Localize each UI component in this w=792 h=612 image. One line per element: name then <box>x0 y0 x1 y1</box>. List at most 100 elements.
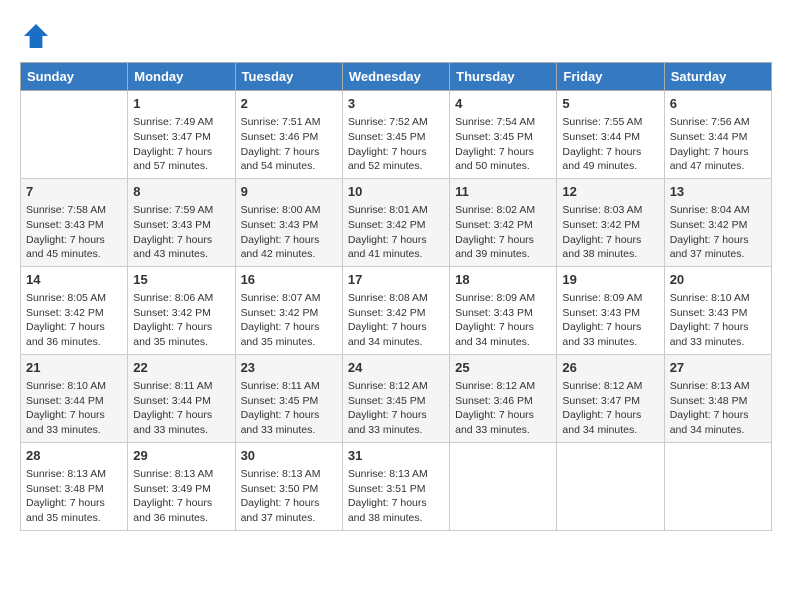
day-info: Sunrise: 8:13 AM Sunset: 3:49 PM Dayligh… <box>133 467 229 526</box>
day-number: 5 <box>562 95 658 113</box>
day-number: 25 <box>455 359 551 377</box>
day-number: 18 <box>455 271 551 289</box>
day-info: Sunrise: 7:49 AM Sunset: 3:47 PM Dayligh… <box>133 115 229 174</box>
week-row-2: 7 Sunrise: 7:58 AM Sunset: 3:43 PM Daylig… <box>21 178 772 266</box>
calendar-cell: 28 Sunrise: 8:13 AM Sunset: 3:48 PM Dayli… <box>21 442 128 530</box>
week-row-3: 14 Sunrise: 8:05 AM Sunset: 3:42 PM Dayli… <box>21 266 772 354</box>
day-info: Sunrise: 8:02 AM Sunset: 3:42 PM Dayligh… <box>455 203 551 262</box>
col-sunday: Sunday <box>21 63 128 91</box>
col-wednesday: Wednesday <box>342 63 449 91</box>
day-number: 17 <box>348 271 444 289</box>
day-info: Sunrise: 7:58 AM Sunset: 3:43 PM Dayligh… <box>26 203 122 262</box>
day-info: Sunrise: 8:13 AM Sunset: 3:48 PM Dayligh… <box>670 379 766 438</box>
day-number: 6 <box>670 95 766 113</box>
week-row-1: 1 Sunrise: 7:49 AM Sunset: 3:47 PM Daylig… <box>21 91 772 179</box>
col-monday: Monday <box>128 63 235 91</box>
day-number: 29 <box>133 447 229 465</box>
calendar-cell: 16 Sunrise: 8:07 AM Sunset: 3:42 PM Dayli… <box>235 266 342 354</box>
week-row-4: 21Sunrise: 8:10 AM Sunset: 3:44 PM Dayli… <box>21 354 772 442</box>
day-info: Sunrise: 8:05 AM Sunset: 3:42 PM Dayligh… <box>26 291 122 350</box>
calendar-cell: 10 Sunrise: 8:01 AM Sunset: 3:42 PM Dayli… <box>342 178 449 266</box>
calendar-cell <box>450 442 557 530</box>
day-info: Sunrise: 8:09 AM Sunset: 3:43 PM Dayligh… <box>562 291 658 350</box>
day-info: Sunrise: 8:01 AM Sunset: 3:42 PM Dayligh… <box>348 203 444 262</box>
day-number: 27 <box>670 359 766 377</box>
day-number: 30 <box>241 447 337 465</box>
day-info: Sunrise: 8:03 AM Sunset: 3:42 PM Dayligh… <box>562 203 658 262</box>
day-number: 24 <box>348 359 444 377</box>
day-number: 16 <box>241 271 337 289</box>
calendar-cell: 19 Sunrise: 8:09 AM Sunset: 3:43 PM Dayli… <box>557 266 664 354</box>
day-number: 2 <box>241 95 337 113</box>
calendar-cell: 13 Sunrise: 8:04 AM Sunset: 3:42 PM Dayli… <box>664 178 771 266</box>
day-number: 7 <box>26 183 122 201</box>
calendar-cell: 2 Sunrise: 7:51 AM Sunset: 3:46 PM Daylig… <box>235 91 342 179</box>
day-number: 1 <box>133 95 229 113</box>
day-number: 10 <box>348 183 444 201</box>
week-row-5: 28 Sunrise: 8:13 AM Sunset: 3:48 PM Dayli… <box>21 442 772 530</box>
day-info: Sunrise: 8:12 AM Sunset: 3:45 PM Dayligh… <box>348 379 444 438</box>
day-number: 14 <box>26 271 122 289</box>
calendar-cell: 1 Sunrise: 7:49 AM Sunset: 3:47 PM Daylig… <box>128 91 235 179</box>
day-number: 15 <box>133 271 229 289</box>
day-number: 3 <box>348 95 444 113</box>
day-info: Sunrise: 8:00 AM Sunset: 3:43 PM Dayligh… <box>241 203 337 262</box>
calendar-cell: 31 Sunrise: 8:13 AM Sunset: 3:51 PM Dayli… <box>342 442 449 530</box>
day-number: 11 <box>455 183 551 201</box>
calendar-cell: 14 Sunrise: 8:05 AM Sunset: 3:42 PM Dayli… <box>21 266 128 354</box>
calendar-cell: 9 Sunrise: 8:00 AM Sunset: 3:43 PM Daylig… <box>235 178 342 266</box>
day-info: Sunrise: 8:04 AM Sunset: 3:42 PM Dayligh… <box>670 203 766 262</box>
day-number: 23 <box>241 359 337 377</box>
calendar-cell: 12 Sunrise: 8:03 AM Sunset: 3:42 PM Dayli… <box>557 178 664 266</box>
calendar-cell: 15 Sunrise: 8:06 AM Sunset: 3:42 PM Dayli… <box>128 266 235 354</box>
day-info: Sunrise: 7:59 AM Sunset: 3:43 PM Dayligh… <box>133 203 229 262</box>
day-info: Sunrise: 8:12 AM Sunset: 3:46 PM Dayligh… <box>455 379 551 438</box>
calendar-cell: 30 Sunrise: 8:13 AM Sunset: 3:50 PM Dayli… <box>235 442 342 530</box>
day-info: Sunrise: 8:13 AM Sunset: 3:51 PM Dayligh… <box>348 467 444 526</box>
day-info: Sunrise: 8:06 AM Sunset: 3:42 PM Dayligh… <box>133 291 229 350</box>
calendar-cell: 11 Sunrise: 8:02 AM Sunset: 3:42 PM Dayli… <box>450 178 557 266</box>
calendar-cell: 20Sunrise: 8:10 AM Sunset: 3:43 PM Dayli… <box>664 266 771 354</box>
day-info: Sunrise: 7:56 AM Sunset: 3:44 PM Dayligh… <box>670 115 766 174</box>
day-info: Sunrise: 8:08 AM Sunset: 3:42 PM Dayligh… <box>348 291 444 350</box>
day-info: Sunrise: 7:54 AM Sunset: 3:45 PM Dayligh… <box>455 115 551 174</box>
day-number: 8 <box>133 183 229 201</box>
calendar-cell: 8 Sunrise: 7:59 AM Sunset: 3:43 PM Daylig… <box>128 178 235 266</box>
calendar-cell: 27 Sunrise: 8:13 AM Sunset: 3:48 PM Dayli… <box>664 354 771 442</box>
col-thursday: Thursday <box>450 63 557 91</box>
calendar-cell: 29 Sunrise: 8:13 AM Sunset: 3:49 PM Dayli… <box>128 442 235 530</box>
col-friday: Friday <box>557 63 664 91</box>
calendar-cell: 17 Sunrise: 8:08 AM Sunset: 3:42 PM Dayli… <box>342 266 449 354</box>
calendar-cell: 7 Sunrise: 7:58 AM Sunset: 3:43 PM Daylig… <box>21 178 128 266</box>
calendar-cell: 25 Sunrise: 8:12 AM Sunset: 3:46 PM Dayli… <box>450 354 557 442</box>
day-number: 12 <box>562 183 658 201</box>
calendar-cell: 5Sunrise: 7:55 AM Sunset: 3:44 PM Daylig… <box>557 91 664 179</box>
day-number: 4 <box>455 95 551 113</box>
day-number: 28 <box>26 447 122 465</box>
day-number: 9 <box>241 183 337 201</box>
day-info: Sunrise: 7:51 AM Sunset: 3:46 PM Dayligh… <box>241 115 337 174</box>
day-info: Sunrise: 8:11 AM Sunset: 3:44 PM Dayligh… <box>133 379 229 438</box>
calendar-cell: 21Sunrise: 8:10 AM Sunset: 3:44 PM Dayli… <box>21 354 128 442</box>
day-info: Sunrise: 8:07 AM Sunset: 3:42 PM Dayligh… <box>241 291 337 350</box>
day-number: 31 <box>348 447 444 465</box>
day-number: 13 <box>670 183 766 201</box>
day-number: 22 <box>133 359 229 377</box>
calendar-cell: 22 Sunrise: 8:11 AM Sunset: 3:44 PM Dayli… <box>128 354 235 442</box>
calendar-cell: 26Sunrise: 8:12 AM Sunset: 3:47 PM Dayli… <box>557 354 664 442</box>
day-number: 19 <box>562 271 658 289</box>
calendar-cell: 3Sunrise: 7:52 AM Sunset: 3:45 PM Daylig… <box>342 91 449 179</box>
calendar-table: SundayMondayTuesdayWednesdayThursdayFrid… <box>20 62 772 531</box>
calendar-cell: 4 Sunrise: 7:54 AM Sunset: 3:45 PM Daylig… <box>450 91 557 179</box>
logo-icon <box>20 20 52 52</box>
calendar-cell <box>664 442 771 530</box>
day-number: 26 <box>562 359 658 377</box>
day-info: Sunrise: 8:13 AM Sunset: 3:50 PM Dayligh… <box>241 467 337 526</box>
calendar-cell: 6 Sunrise: 7:56 AM Sunset: 3:44 PM Daylig… <box>664 91 771 179</box>
day-number: 21 <box>26 359 122 377</box>
day-info: Sunrise: 8:10 AM Sunset: 3:43 PM Dayligh… <box>670 291 766 350</box>
calendar-cell <box>21 91 128 179</box>
calendar-cell: 18Sunrise: 8:09 AM Sunset: 3:43 PM Dayli… <box>450 266 557 354</box>
day-info: Sunrise: 8:13 AM Sunset: 3:48 PM Dayligh… <box>26 467 122 526</box>
calendar-cell <box>557 442 664 530</box>
